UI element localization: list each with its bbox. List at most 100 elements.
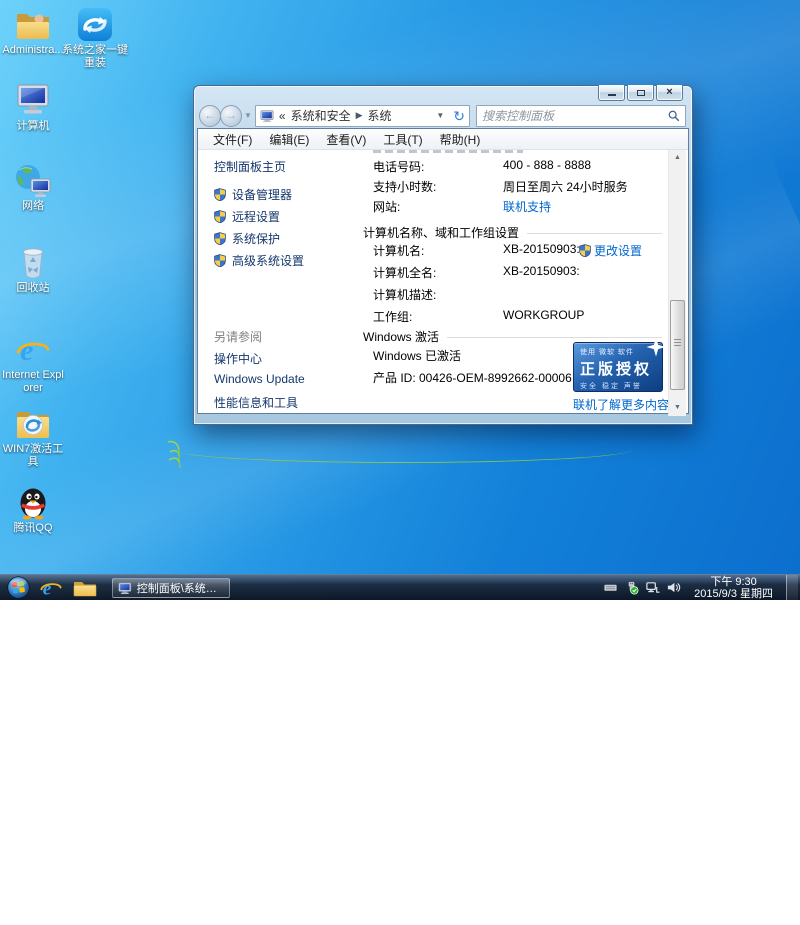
computer-name-value: XB-20150903: [503, 242, 580, 256]
breadcrumb-separator-icon[interactable]: ▶ [356, 110, 363, 121]
desktop-icon-win7-activation-tool[interactable]: WIN7激活工具 [0, 407, 66, 469]
system-control-panel-window: × ← → ▼ « 系统和安全 ▶ 系统 ▼ ↻ 搜索控制面板 文件(F) [193, 85, 693, 425]
maximize-button[interactable] [627, 85, 654, 101]
desktop-icon-label: WIN7激活工具 [0, 443, 66, 469]
system-tray: 下午 9:30 2015/9/3 星期四 [603, 575, 800, 600]
uac-shield-icon [214, 210, 226, 223]
input-language-icon[interactable] [603, 580, 618, 595]
internet-explorer-icon [40, 577, 62, 599]
desktop-icon-system-reinstall[interactable]: 系统之家一键重装 [62, 8, 128, 70]
close-button[interactable]: × [656, 85, 683, 101]
start-button[interactable] [7, 576, 30, 599]
website-label: 网站: [373, 198, 400, 215]
product-id: 产品 ID: 00426-OEM-8992662-00006 [373, 369, 572, 386]
back-button[interactable]: ← [199, 105, 221, 127]
online-support-link[interactable]: 联机支持 [503, 198, 551, 215]
sidebar-performance-tools[interactable]: 性能信息和工具 [214, 394, 298, 411]
sidebar-windows-update[interactable]: Windows Update [214, 372, 305, 386]
sidebar-advanced-system-settings[interactable]: 高级系统设置 [214, 252, 304, 269]
forward-button[interactable]: → [220, 105, 242, 127]
menu-help[interactable]: 帮助(H) [440, 131, 481, 148]
folder-icon [73, 578, 97, 598]
search-box[interactable]: 搜索控制面板 [476, 105, 686, 127]
desktop-icon-internet-explorer[interactable]: Internet Explorer [0, 333, 66, 395]
desktop-icon-label: 网络 [0, 200, 66, 213]
task-button-label: 控制面板\系统和... [137, 580, 224, 596]
badge-line2: 正版授权 [580, 358, 656, 379]
search-placeholder: 搜索控制面板 [482, 107, 667, 124]
taskbar-internet-explorer[interactable] [34, 575, 68, 600]
scroll-up-arrow[interactable]: ▲ [669, 150, 686, 166]
phone-value: 400 - 888 - 8888 [503, 158, 591, 172]
desktop-icon-computer[interactable]: 计算机 [0, 84, 66, 133]
taskbar-active-window-button[interactable]: 控制面板\系统和... [112, 578, 230, 598]
qq-penguin-icon [13, 486, 53, 520]
change-settings-link[interactable]: 更改设置 [594, 242, 642, 259]
system-info-content: 电话号码: 400 - 888 - 8888 支持小时数: 周日至周六 24小时… [355, 150, 688, 416]
taskbar-windows-explorer[interactable] [68, 575, 102, 600]
sidebar-item-label: 系统保护 [232, 230, 280, 247]
window-controls: × [598, 85, 683, 101]
sidebar-action-center[interactable]: 操作中心 [214, 350, 262, 367]
menu-view[interactable]: 查看(V) [326, 131, 366, 148]
breadcrumb-prefix[interactable]: « [279, 109, 286, 123]
recycle-bin-icon [13, 246, 53, 280]
search-icon[interactable] [667, 109, 680, 122]
taskbar-clock[interactable]: 下午 9:30 2015/9/3 星期四 [687, 576, 780, 600]
clock-date: 2015/9/3 星期四 [694, 588, 773, 600]
workgroup-value: WORKGROUP [503, 308, 584, 322]
computer-name-label: 计算机名: [373, 242, 424, 259]
section-title: Windows 激活 [363, 328, 439, 345]
network-icon [13, 164, 53, 198]
menu-file[interactable]: 文件(F) [213, 131, 252, 148]
minimize-icon [608, 94, 616, 96]
menu-tools[interactable]: 工具(T) [383, 131, 422, 148]
safely-remove-hardware-icon[interactable] [624, 580, 639, 595]
desktop-icon-label: 系统之家一键重装 [62, 44, 128, 70]
badge-line3: 安全 稳定 声誉 [580, 381, 656, 391]
address-bar[interactable]: « 系统和安全 ▶ 系统 ▼ ↻ [255, 105, 470, 127]
desktop-wallpaper: Administra... 系统之家一键重装 计算机 [0, 0, 800, 600]
address-dropdown-icon[interactable]: ▼ [436, 111, 444, 120]
sidebar-system-protection[interactable]: 系统保护 [214, 230, 280, 247]
sidebar-control-panel-home[interactable]: 控制面板主页 [214, 158, 286, 175]
change-settings-action[interactable]: 更改设置 [579, 242, 642, 259]
window-main-area: 控制面板主页 设备管理器 远程设置 系统保护 [198, 150, 688, 416]
learn-more-online-link[interactable]: 联机了解更多内容... [573, 396, 679, 413]
network-status-icon[interactable] [645, 580, 660, 595]
sidebar-remote-settings[interactable]: 远程设置 [214, 208, 280, 225]
refresh-button[interactable]: ↻ [453, 109, 465, 123]
wallpaper-green-vine [172, 436, 632, 463]
breadcrumb-item-system-security[interactable]: 系统和安全 [291, 107, 351, 124]
desktop-icon-recycle-bin[interactable]: 回收站 [0, 246, 66, 295]
section-title: 计算机名称、域和工作组设置 [363, 224, 519, 241]
close-icon: × [666, 87, 672, 98]
genuine-software-badge[interactable]: 使用 微软 软件 正版授权 安全 稳定 声誉 [573, 342, 663, 392]
sidebar-item-label: 远程设置 [232, 208, 280, 225]
computer-description-label: 计算机描述: [373, 286, 436, 303]
task-pane-sidebar: 控制面板主页 设备管理器 远程设置 系统保护 [198, 150, 355, 416]
uac-shield-icon [579, 244, 591, 257]
computer-name-section-header: 计算机名称、域和工作组设置 [363, 224, 662, 241]
desktop-icon-label: 计算机 [0, 120, 66, 133]
desktop-icon-administrator[interactable]: Administra... [0, 8, 66, 57]
volume-icon[interactable] [666, 580, 681, 595]
scrollbar-grip [674, 339, 681, 346]
recent-pages-chevron-icon[interactable]: ▼ [244, 111, 252, 120]
show-desktop-button[interactable] [786, 575, 798, 600]
scrollbar-thumb[interactable] [670, 300, 685, 390]
genuine-star-icon [646, 337, 666, 357]
breadcrumb-item-system[interactable]: 系统 [368, 107, 392, 124]
window-titlebar[interactable]: × [194, 86, 692, 103]
support-hours-label: 支持小时数: [373, 178, 436, 195]
minimize-button[interactable] [598, 85, 625, 101]
computer-full-name-value: XB-20150903: [503, 264, 580, 278]
menu-edit[interactable]: 编辑(E) [269, 131, 309, 148]
desktop-icon-network[interactable]: 网络 [0, 164, 66, 213]
desktop-icon-tencent-qq[interactable]: 腾讯QQ [0, 486, 66, 535]
computer-full-name-label: 计算机全名: [373, 264, 436, 281]
scroll-down-arrow[interactable]: ▼ [669, 400, 686, 416]
sidebar-device-manager[interactable]: 设备管理器 [214, 186, 292, 203]
navigation-bar: ← → ▼ « 系统和安全 ▶ 系统 ▼ ↻ 搜索控制面板 [194, 103, 692, 128]
vertical-scrollbar[interactable]: ▲ ▼ [668, 150, 686, 416]
